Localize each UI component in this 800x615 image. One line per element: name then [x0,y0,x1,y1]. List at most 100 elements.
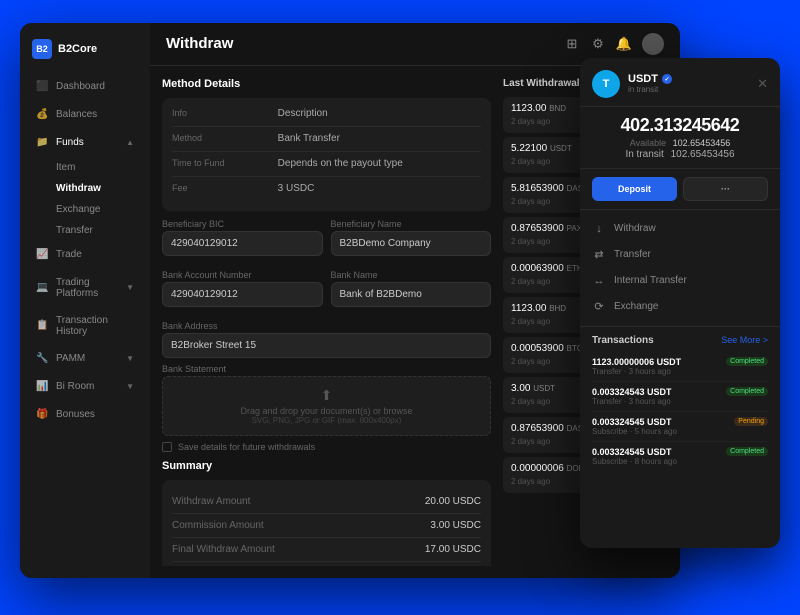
bell-icon[interactable]: 🔔 [616,36,632,52]
fp-trans-item: 0.003324543 USDT Transfer · 3 hours ago … [592,382,768,412]
fp-balance-sub: Available 102.65453456 [592,138,768,148]
beneficiary-row: Beneficiary BIC Beneficiary Name [162,219,491,262]
fp-trans-right: Completed [726,447,768,456]
summary-row-0: Withdraw Amount 20.00 USDC [172,490,481,514]
pamm-icon: 🔧 [36,353,48,365]
fp-trans-item: 0.003324545 USDT Subscribe · 5 hours ago… [592,412,768,442]
bank-statement-field: Bank Statement ⬆ Drag and drop your docu… [162,364,491,436]
sidebar-item-balances[interactable]: 💰 Balances [24,102,146,128]
w-amount: 1123.00 BND [511,103,566,114]
sidebar-item-bonuses[interactable]: 🎁 Bonuses [24,402,146,428]
save-details-row: Save details for future withdrawals [162,442,491,452]
token-icon: T [592,70,620,98]
logo-icon: B2 [32,39,52,59]
w-amount: 0.00000006 DOB [511,463,584,474]
sidebar-sub-exchange[interactable]: Exchange [44,199,150,220]
bic-label: Beneficiary BIC [162,219,323,229]
bank-statement-label: Bank Statement [162,364,491,374]
account-number-label: Bank Account Number [162,270,323,280]
fp-trans-left: 0.003324545 USDT Subscribe · 8 hours ago [592,447,677,466]
sidebar-item-funds[interactable]: 📁 Funds ▲ [24,130,146,156]
w-date: 2 days ago [511,437,550,446]
w-date: 2 days ago [511,277,550,286]
funds-submenu: Item Withdraw Exchange Transfer [20,157,150,241]
upload-sub: SVG, PNG, JPG or GIF (max. 800x400px) [173,416,480,425]
fp-trans-left: 1123.00000006 USDT Transfer · 3 hours ag… [592,357,681,376]
sidebar-item-trading-platforms[interactable]: 💻 Trading Platforms ▼ [24,270,146,306]
label-info: Info [172,108,274,118]
beneficiary-name-input[interactable] [331,231,492,256]
bi-room-icon: 📊 [36,381,48,393]
label-fee: Fee [172,183,274,193]
w-amount: 0.87653900 PAX [511,223,582,234]
fp-trans-right: Completed [726,387,768,396]
chevron-icon: ▼ [126,283,134,292]
fp-see-more[interactable]: See More > [721,335,768,346]
w-amount: 0.00053900 BTC [511,343,583,354]
close-button[interactable]: ✕ [757,76,768,92]
more-button[interactable]: ··· [683,177,768,201]
bank-address-field: Bank Address [162,321,491,358]
sidebar-item-pamm[interactable]: 🔧 PAMM ▼ [24,346,146,372]
w-amount: 0.87653900 DASH [511,423,589,434]
fp-trans-left: 0.003324543 USDT Transfer · 3 hours ago [592,387,672,406]
fp-menu-internal-transfer[interactable]: ↔ Internal Transfer [580,268,780,294]
balances-icon: 💰 [36,109,48,121]
summary-key-1: Commission Amount [172,520,264,531]
fp-trans-desc: Subscribe · 8 hours ago [592,457,677,466]
sidebar-sub-item[interactable]: Item [44,157,150,178]
account-number-input[interactable] [162,282,323,307]
sidebar-sub-withdraw[interactable]: Withdraw [44,178,150,199]
sidebar-item-label: Transaction History [56,315,134,337]
sidebar-item-trading[interactable]: 📈 Trade [24,242,146,268]
withdraw-icon: ↓ [592,222,606,236]
sidebar-item-dashboard[interactable]: ⬛ Dashboard [24,74,146,100]
settings-icon[interactable]: ⚙ [590,36,606,52]
fp-menu-exchange[interactable]: ⟳ Exchange [580,294,780,320]
fp-trans-status: Pending [734,417,768,426]
user-avatar[interactable] [642,33,664,55]
grid-icon[interactable]: ⊞ [564,36,580,52]
bank-name-input[interactable] [331,282,492,307]
bank-row: Bank Account Number Bank Name [162,270,491,313]
value-info: Description [278,108,481,120]
bic-input[interactable] [162,231,323,256]
fp-trans-title: Transactions [592,335,654,346]
fp-balance-usdt: In transit 102.65453456 [592,149,768,160]
sidebar-item-bi-room[interactable]: 📊 Bi Room ▼ [24,374,146,400]
bank-address-input[interactable] [162,333,491,358]
summary-card: Withdraw Amount 20.00 USDC Commission Am… [162,480,491,566]
sidebar-item-label: Funds [56,137,84,148]
bank-address-label: Bank Address [162,321,491,331]
value-time: Depends on the payout type [278,158,481,170]
w-date: 2 days ago [511,197,550,206]
fp-menu: ↓ Withdraw ⇄ Transfer ↔ Internal Transfe… [580,210,780,327]
save-details-checkbox[interactable] [162,442,172,452]
fp-trans-item: 1123.00000006 USDT Transfer · 3 hours ag… [592,352,768,382]
method-row-info: Info Description [172,108,481,127]
dots-icon: ··· [721,184,730,194]
w-amount: 1123.00 BHD [511,303,566,314]
fp-trans-desc: Transfer · 3 hours ago [592,367,681,376]
fp-trans-left: 0.003324545 USDT Subscribe · 5 hours ago [592,417,677,436]
app-logo: B2 B2Core [20,35,150,73]
trading-icon: 📈 [36,249,48,261]
fp-trans-right: Pending [734,417,768,426]
fp-menu-transfer[interactable]: ⇄ Transfer [580,242,780,268]
method-row-time: Time to Fund Depends on the payout type [172,158,481,177]
upload-text: Drag and drop your document(s) or browse [173,406,480,416]
method-details-title: Method Details [162,78,491,90]
upload-area[interactable]: ⬆ Drag and drop your document(s) or brow… [162,376,491,436]
dashboard-icon: ⬛ [36,81,48,93]
sidebar-sub-transfer[interactable]: Transfer [44,220,150,241]
summary-val-0: 20.00 USDC [425,496,481,507]
deposit-button[interactable]: Deposit [592,177,677,201]
summary-val-1: 3.00 USDC [430,520,481,531]
fp-menu-withdraw[interactable]: ↓ Withdraw [580,216,780,242]
verified-badge: ✓ [662,74,672,84]
value-method: Bank Transfer [278,133,481,145]
sidebar-item-label: Bonuses [56,409,95,420]
logo-text: B2Core [58,43,97,55]
beneficiary-name-label: Beneficiary Name [331,219,492,229]
sidebar-item-transaction-history[interactable]: 📋 Transaction History [24,308,146,344]
